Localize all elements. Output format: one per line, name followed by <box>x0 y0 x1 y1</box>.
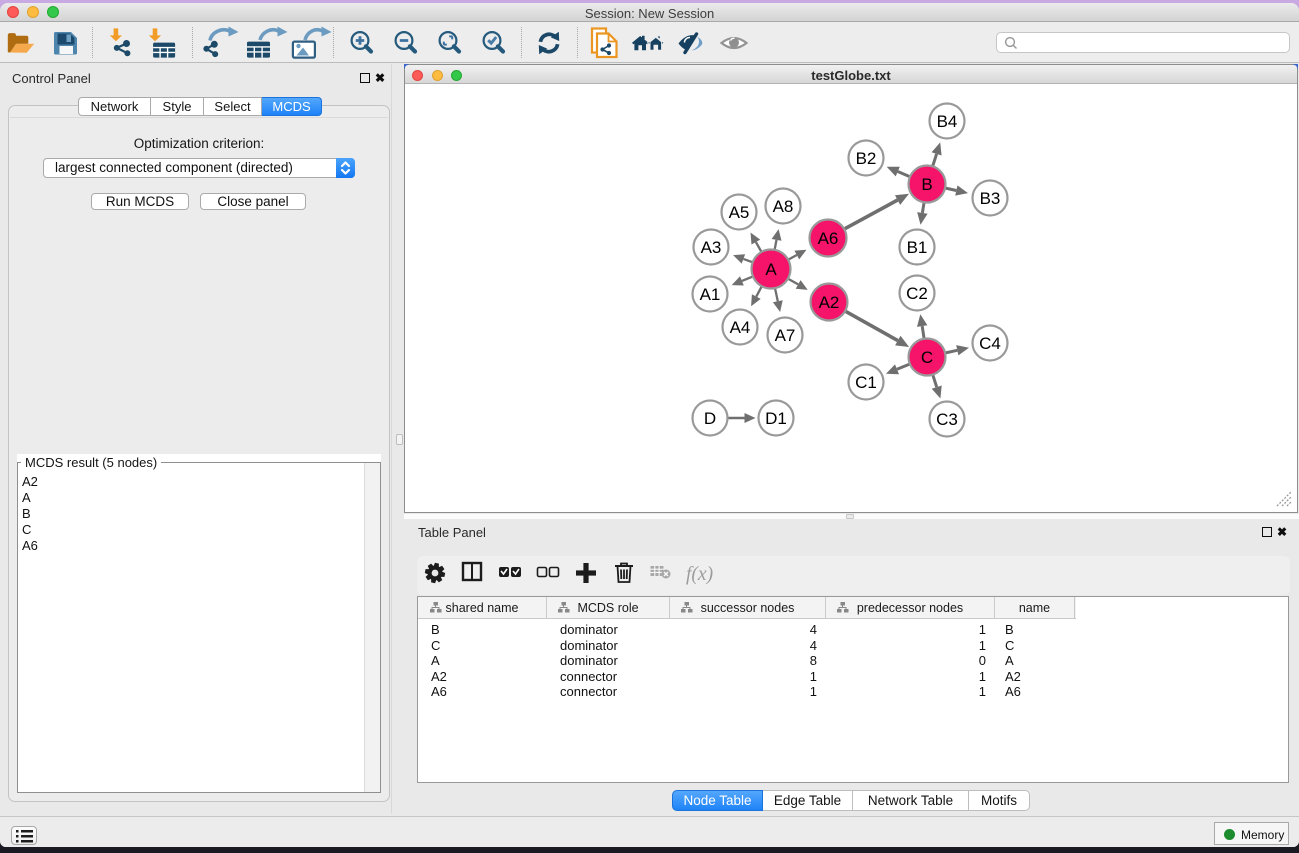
svg-text:C4: C4 <box>979 334 1001 353</box>
svg-text:C3: C3 <box>936 410 958 429</box>
svg-text:A6: A6 <box>818 229 839 248</box>
svg-text:f(x): f(x) <box>686 564 713 585</box>
svg-text:A: A <box>765 260 777 279</box>
svg-text:B: B <box>921 175 932 194</box>
svg-text:C1: C1 <box>855 373 877 392</box>
svg-text:B2: B2 <box>856 149 877 168</box>
svg-text:A2: A2 <box>819 293 840 312</box>
svg-text:B1: B1 <box>907 238 928 257</box>
svg-text:A8: A8 <box>773 197 794 216</box>
svg-text:C2: C2 <box>906 284 928 303</box>
svg-text:B4: B4 <box>937 112 958 131</box>
svg-text:D: D <box>704 409 716 428</box>
svg-text:A4: A4 <box>730 318 751 337</box>
svg-text:A5: A5 <box>729 203 750 222</box>
svg-text:A1: A1 <box>700 285 721 304</box>
svg-text:D1: D1 <box>765 409 787 428</box>
svg-text:C: C <box>921 348 933 367</box>
svg-text:A7: A7 <box>775 326 796 345</box>
svg-text:B3: B3 <box>980 189 1001 208</box>
svg-text:A3: A3 <box>701 238 722 257</box>
